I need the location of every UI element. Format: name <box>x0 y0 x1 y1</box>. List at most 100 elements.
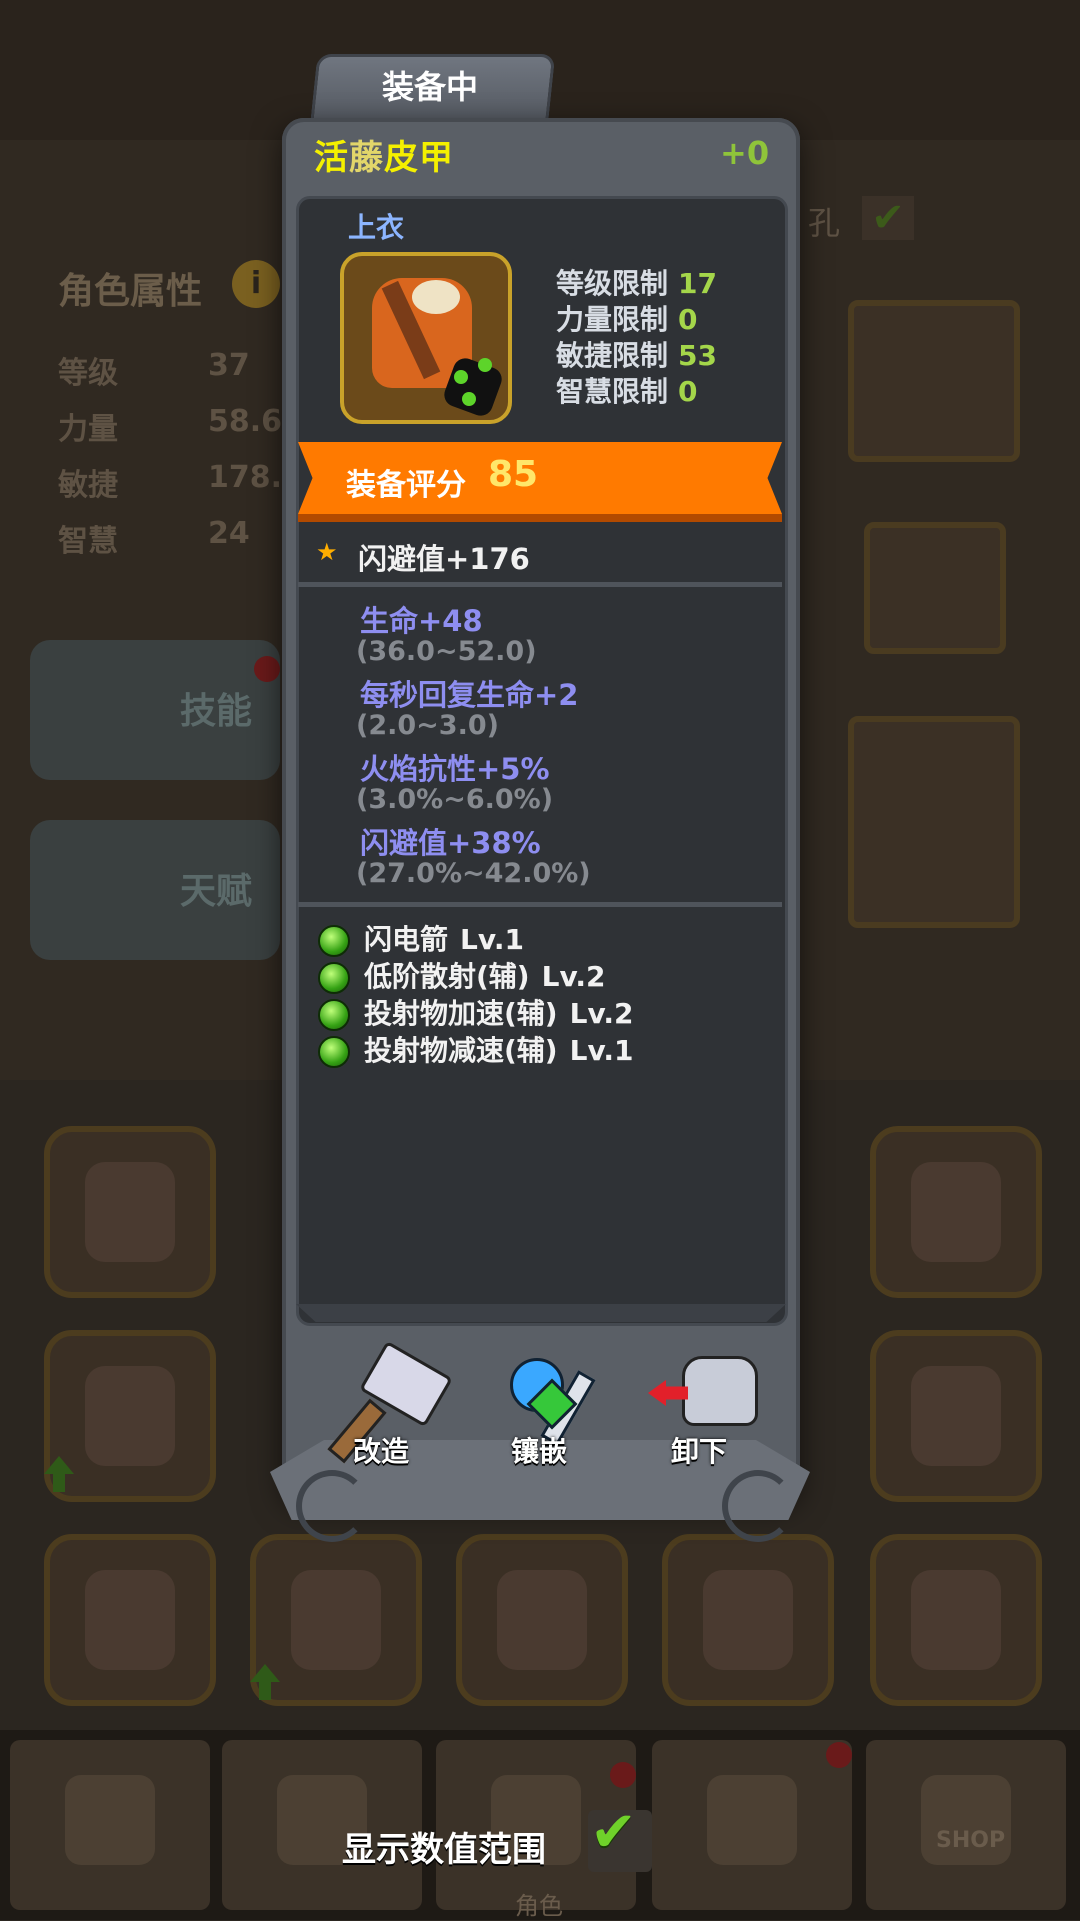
equipped-tab-label: 装备中 <box>381 68 478 106</box>
notification-dot <box>826 1742 852 1768</box>
item-name-part: 藤 <box>349 138 384 178</box>
green-gem-icon <box>318 962 350 994</box>
requirement-wisdom: 智慧限制 0 <box>556 370 698 410</box>
stat-strength: 力量 58.6 <box>58 404 288 448</box>
notification-dot <box>254 656 280 682</box>
item-name: 活藤皮甲 <box>314 130 454 179</box>
skills-button[interactable]: 技能 <box>30 640 280 780</box>
skill-level: Lv.2 <box>541 960 606 993</box>
inventory-item[interactable] <box>870 1126 1042 1298</box>
inventory-item[interactable] <box>456 1534 628 1706</box>
inventory-item[interactable] <box>662 1534 834 1706</box>
green-gem-icon <box>318 1036 350 1068</box>
unequip-button[interactable]: 卸下 <box>634 1350 764 1480</box>
skill-level: Lv.1 <box>460 923 524 956</box>
inventory-item[interactable] <box>44 1330 216 1502</box>
tab-quests[interactable] <box>652 1740 852 1910</box>
skill-row: 闪电箭 Lv.1 <box>318 918 524 958</box>
skill-name: 低阶散射(辅) <box>364 960 530 993</box>
divider <box>298 902 782 907</box>
talent-button[interactable]: 天赋 <box>30 820 280 960</box>
modify-label: 改造 <box>352 1435 409 1468</box>
shop-label: SHOP <box>936 1828 1006 1853</box>
requirement-value: 0 <box>678 375 698 408</box>
affix-range: (36.0~52.0) <box>356 636 537 667</box>
requirement-label: 等级限制 <box>556 267 669 300</box>
inventory-item[interactable] <box>870 1330 1042 1502</box>
requirement-value: 53 <box>678 339 717 372</box>
requirement-label: 力量限制 <box>556 303 669 336</box>
stat-value: 58.6 <box>208 404 283 439</box>
score-value: 85 <box>488 454 539 495</box>
inventory-item[interactable] <box>44 1126 216 1298</box>
show-range-label: 显示数值范围 <box>342 1830 546 1870</box>
inventory-item[interactable] <box>44 1534 216 1706</box>
modify-button[interactable]: 改造 <box>316 1340 453 1480</box>
divider <box>298 582 782 587</box>
green-gem-icon <box>318 999 350 1031</box>
skill-level: Lv.1 <box>569 1034 634 1067</box>
tab-shop[interactable]: SHOP <box>866 1740 1066 1910</box>
talent-button-label: 天赋 <box>180 871 253 912</box>
requirement-agility: 敏捷限制 53 <box>556 334 717 374</box>
socket-gem <box>454 370 468 384</box>
item-name-part: 皮甲 <box>384 138 454 178</box>
stat-label: 敏捷 <box>58 468 118 503</box>
socket-label: 孔 <box>808 204 841 242</box>
socket-gem <box>478 358 492 372</box>
socket-check-icon[interactable]: ✔ <box>862 196 914 240</box>
inventory-item[interactable] <box>870 1534 1042 1706</box>
requirement-strength: 力量限制 0 <box>556 298 698 338</box>
skill-name: 闪电箭 <box>364 923 449 956</box>
armor-icon <box>682 1356 758 1426</box>
requirement-label: 敏捷限制 <box>556 339 669 372</box>
affix-range: (3.0%~6.0%) <box>356 784 554 815</box>
swirl-ornament <box>296 1470 368 1542</box>
stat-agility: 敏捷 178.8 <box>58 460 303 504</box>
affix-range: (27.0%~42.0%) <box>356 858 591 889</box>
stat-value: 24 <box>208 516 250 551</box>
affix-stat: 闪避值+38% <box>360 826 541 860</box>
info-icon[interactable]: i <box>232 260 280 308</box>
socket-gem <box>462 392 476 406</box>
panel-ledge <box>296 1304 786 1322</box>
unequip-label: 卸下 <box>670 1435 727 1468</box>
stat-label: 等级 <box>58 356 118 391</box>
tab-character-label: 角色 <box>515 1892 563 1920</box>
checkmark-icon[interactable]: ✔ <box>590 1800 637 1865</box>
affix-stat: 每秒回复生命+2 <box>360 678 579 712</box>
home-icon <box>65 1775 155 1865</box>
equip-slot-quiver[interactable] <box>848 716 1020 928</box>
skill-row: 低阶散射(辅) Lv.2 <box>318 955 606 995</box>
stat-wisdom: 智慧 24 <box>58 516 288 560</box>
item-name-part: 活 <box>314 138 349 178</box>
equip-slot-helmet[interactable] <box>864 522 1006 654</box>
enhance-level: +0 <box>720 134 770 172</box>
stat-label: 力量 <box>58 412 118 447</box>
scroll-icon <box>707 1775 797 1865</box>
stat-label: 智慧 <box>58 524 118 559</box>
skill-row: 投射物加速(辅) Lv.2 <box>318 992 634 1032</box>
swirl-ornament <box>722 1470 794 1542</box>
affix-range: (2.0~3.0) <box>356 710 499 741</box>
requirement-level: 等级限制 17 <box>556 262 717 302</box>
stat-value: 37 <box>208 348 250 383</box>
affix-stat: 生命+48 <box>360 604 483 638</box>
item-type: 上衣 <box>348 211 405 244</box>
green-gem-icon <box>318 925 350 957</box>
requirement-value: 0 <box>678 303 698 336</box>
requirement-value: 17 <box>678 267 717 300</box>
skill-name: 投射物加速(辅) <box>364 997 558 1030</box>
inlay-label: 镶嵌 <box>510 1435 567 1468</box>
armor-fur-collar <box>412 280 460 314</box>
stat-level: 等级 37 <box>58 348 288 392</box>
skill-row: 投射物减速(辅) Lv.1 <box>318 1029 634 1069</box>
star-icon: ★ <box>316 538 338 566</box>
inlay-button[interactable]: 镶嵌 <box>474 1350 604 1480</box>
notification-dot <box>610 1762 636 1788</box>
skills-button-label: 技能 <box>180 691 253 732</box>
main-stat: 闪避值+176 <box>358 542 530 576</box>
equip-slot-belt[interactable] <box>848 300 1020 462</box>
requirement-label: 智慧限制 <box>556 375 669 408</box>
tab-home[interactable] <box>10 1740 210 1910</box>
